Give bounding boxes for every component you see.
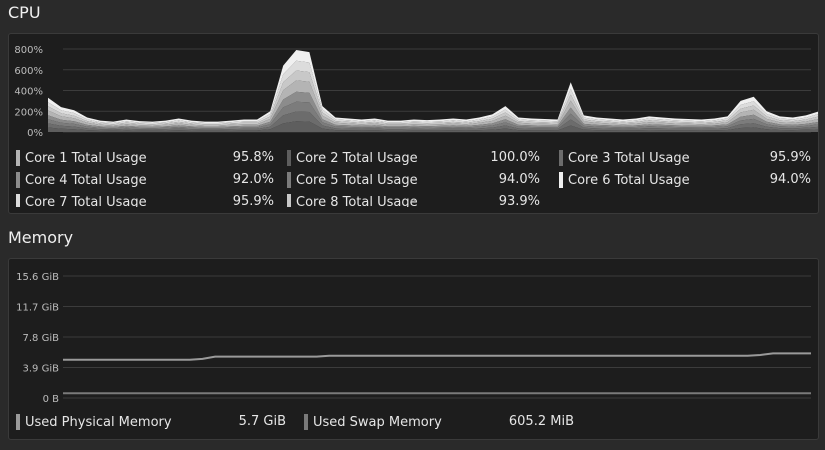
memory-panel: 15.6 GiB 11.7 GiB 7.8 GiB 3.9 GiB 0 B Used P… [8,258,819,440]
legend-value: 605.2 MiB [508,414,574,429]
legend-physical-memory: Used Physical Memory 5.7 GiB [16,413,286,431]
y-tick-label: 800% [14,45,43,56]
legend-swatch [16,194,20,207]
legend-value: 93.9% [498,194,540,207]
y-tick-label: 200% [14,107,43,118]
legend-value: 92.0% [232,172,274,187]
legend-core-5: Core 5 Total Usage 94.0% [287,171,540,189]
y-tick-label: 11.7 GiB [16,303,59,314]
legend-label: Core 4 Total Usage [25,172,147,188]
y-tick-label: 400% [14,87,43,98]
legend-swatch [16,414,20,430]
legend-value: 95.8% [232,150,274,165]
legend-swatch [559,150,563,166]
cpu-section-title: CPU [8,3,41,22]
y-tick-label: 7.8 GiB [23,333,60,344]
chevron-down-icon[interactable]: ⌄ [409,194,417,205]
legend-swatch [287,172,291,188]
legend-swatch [16,172,20,188]
legend-label: Core 7 Total Usage [25,194,147,208]
y-tick-label: 0 B [43,394,60,404]
legend-value: 95.9% [232,194,274,207]
legend-swatch [287,150,291,166]
y-tick-label: 600% [14,66,43,77]
legend-label: Core 1 Total Usage [25,150,147,166]
legend-label: Core 6 Total Usage [568,172,690,188]
cpu-area-core-8 [48,70,818,126]
legend-core-2: Core 2 Total Usage 100.0% [287,149,540,167]
legend-core-1: Core 1 Total Usage 95.8% [16,149,274,167]
legend-swatch [287,194,291,207]
physical-memory-line [63,352,811,361]
legend-swatch [559,172,563,188]
legend-swatch [16,150,20,166]
legend-label: Core 2 Total Usage [296,150,418,166]
legend-value: 94.0% [769,172,811,187]
legend-label: Core 5 Total Usage [296,172,418,188]
legend-value: 100.0% [490,150,540,165]
legend-label: Core 8 Total Usage [296,194,418,208]
memory-legend: Used Physical Memory 5.7 GiB Used Swap M… [9,411,818,435]
legend-value: 95.9% [769,150,811,165]
y-tick-label: 3.9 GiB [23,364,60,375]
legend-core-3: Core 3 Total Usage 95.9% [559,149,811,167]
y-tick-label: 15.6 GiB [16,272,59,283]
legend-core-7: Core 7 Total Usage 95.9% [16,193,274,207]
legend-label: Used Physical Memory [25,414,172,430]
legend-core-6: Core 6 Total Usage 94.0% [559,171,811,189]
legend-value: 5.7 GiB [238,414,286,429]
legend-value: 94.0% [498,172,540,187]
legend-swap-memory: Used Swap Memory 605.2 MiB [304,413,574,431]
legend-label: Core 3 Total Usage [568,150,690,166]
memory-chart[interactable]: 15.6 GiB 11.7 GiB 7.8 GiB 3.9 GiB 0 B [9,259,818,404]
memory-section-title: Memory [8,228,74,247]
y-tick-label: 0% [27,128,43,139]
legend-label: Used Swap Memory [313,414,442,430]
cpu-panel: 800% 600% 400% 200% 0% Core 1 Total Usage 95… [8,33,819,214]
legend-swatch [304,414,308,430]
cpu-area-core-6 [48,50,818,123]
legend-core-4: Core 4 Total Usage 92.0% [16,171,274,189]
